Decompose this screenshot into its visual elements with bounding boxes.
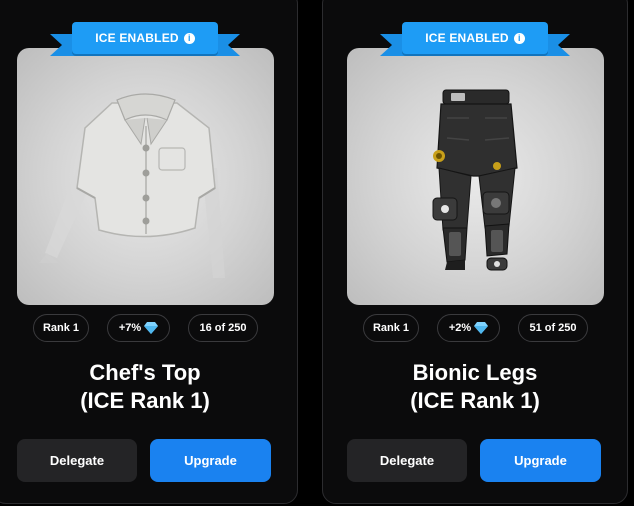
rank-pill: Rank 1 [363,314,419,342]
item-name: Chef's Top [89,360,201,385]
item-image[interactable] [347,48,604,305]
item-name: Bionic Legs [412,360,538,385]
item-card: ICE ENABLED i [0,0,298,504]
ice-enabled-badge[interactable]: ICE ENABLED i [50,22,240,66]
item-stats: Rank 1 +2% 51 of 250 [323,314,627,346]
supply-count-pill: 51 of 250 [518,314,588,342]
item-rank-subtitle: (ICE Rank 1) [410,388,540,413]
boost-pill: +7% [107,314,170,342]
rank-label: Rank 1 [42,322,80,334]
white-shirt-image [39,93,225,278]
diamond-icon [474,322,489,334]
boost-value: +7% [118,322,142,334]
item-stats: Rank 1 +7% 16 of 250 [0,314,297,346]
ice-enabled-badge[interactable]: ICE ENABLED i [380,22,570,66]
upgrade-button[interactable]: Upgrade [480,439,601,482]
item-image[interactable] [17,48,274,305]
item-rank-subtitle: (ICE Rank 1) [80,388,210,413]
item-title: Chef's Top (ICE Rank 1) [0,359,297,415]
info-icon[interactable]: i [513,32,525,44]
item-title: Bionic Legs (ICE Rank 1) [323,359,627,415]
rank-label: Rank 1 [372,322,410,334]
boost-value: +2% [448,322,472,334]
delegate-button[interactable]: Delegate [17,439,137,482]
diamond-icon [144,322,159,334]
badge-label: ICE ENABLED [425,31,509,45]
ribbon-body: ICE ENABLED i [72,22,218,54]
badge-label: ICE ENABLED [95,31,179,45]
supply-count-pill: 16 of 250 [188,314,258,342]
ribbon-body: ICE ENABLED i [402,22,548,54]
item-card: ICE ENABLED i [322,0,628,504]
boost-pill: +2% [437,314,500,342]
upgrade-button[interactable]: Upgrade [150,439,271,482]
delegate-button[interactable]: Delegate [347,439,467,482]
rank-pill: Rank 1 [33,314,89,342]
supply-count: 51 of 250 [529,322,577,334]
supply-count: 16 of 250 [199,322,247,334]
info-icon[interactable]: i [183,32,195,44]
bionic-legs-image [432,89,518,271]
